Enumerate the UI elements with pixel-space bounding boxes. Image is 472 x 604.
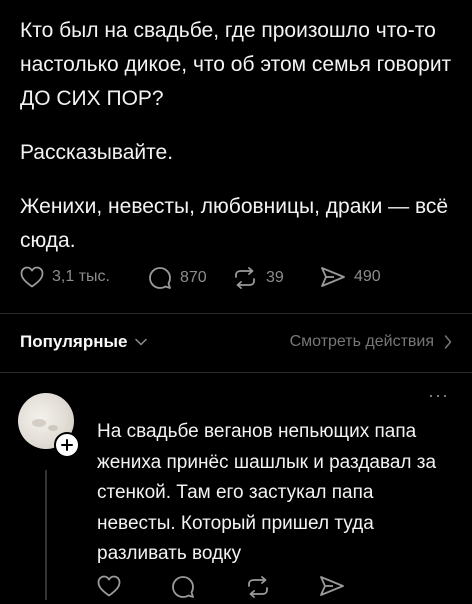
chevron-right-icon [444, 335, 452, 349]
send-icon [320, 576, 344, 596]
heart-icon [20, 266, 44, 288]
reply-actions [97, 575, 357, 601]
repost-button[interactable]: 39 [232, 266, 284, 290]
view-activity-link[interactable]: Смотреть действия [290, 333, 452, 351]
reply-like-button[interactable] [97, 575, 121, 602]
repost-icon [235, 267, 255, 289]
comment-bubble-icon [172, 576, 194, 598]
chevron-down-icon [135, 338, 148, 346]
share-count: 490 [354, 268, 381, 285]
plus-icon [61, 439, 73, 451]
follow-button[interactable] [54, 432, 80, 458]
heart-icon [97, 575, 121, 597]
post-paragraph: Рассказывайте. [20, 141, 174, 164]
comment-button[interactable]: 870 [148, 266, 207, 290]
post-paragraph: Кто был на свадьбе, где произошло что-то… [20, 19, 452, 110]
comment-bubble-icon [149, 267, 171, 289]
more-options-button[interactable]: ··· [428, 386, 449, 404]
repost-icon [248, 576, 268, 598]
post-actions: 3,1 тыс. 870 39 490 [20, 266, 460, 296]
send-icon [321, 267, 345, 287]
view-activity-label: Смотреть действия [289, 333, 434, 350]
share-button[interactable]: 490 [320, 266, 381, 288]
replies-sort-row: Популярные Смотреть действия [20, 327, 452, 357]
sort-dropdown[interactable]: Популярные [20, 332, 148, 352]
thread-line [45, 470, 47, 600]
divider [0, 372, 472, 373]
like-count: 3,1 тыс. [52, 268, 110, 285]
divider [0, 313, 472, 314]
sort-label: Популярные [20, 332, 128, 351]
reply-text: На свадьбе веганов непьющих папа жениха … [97, 421, 437, 564]
post-paragraph: Женихи, невесты, любовницы, драки — всё … [20, 195, 449, 252]
reply-share-button[interactable] [319, 575, 345, 602]
repost-count: 39 [266, 269, 284, 286]
post-body: Кто был на свадьбе, где произошло что-то… [20, 14, 460, 258]
like-button[interactable]: 3,1 тыс. [20, 266, 110, 288]
comment-count: 870 [180, 269, 207, 286]
